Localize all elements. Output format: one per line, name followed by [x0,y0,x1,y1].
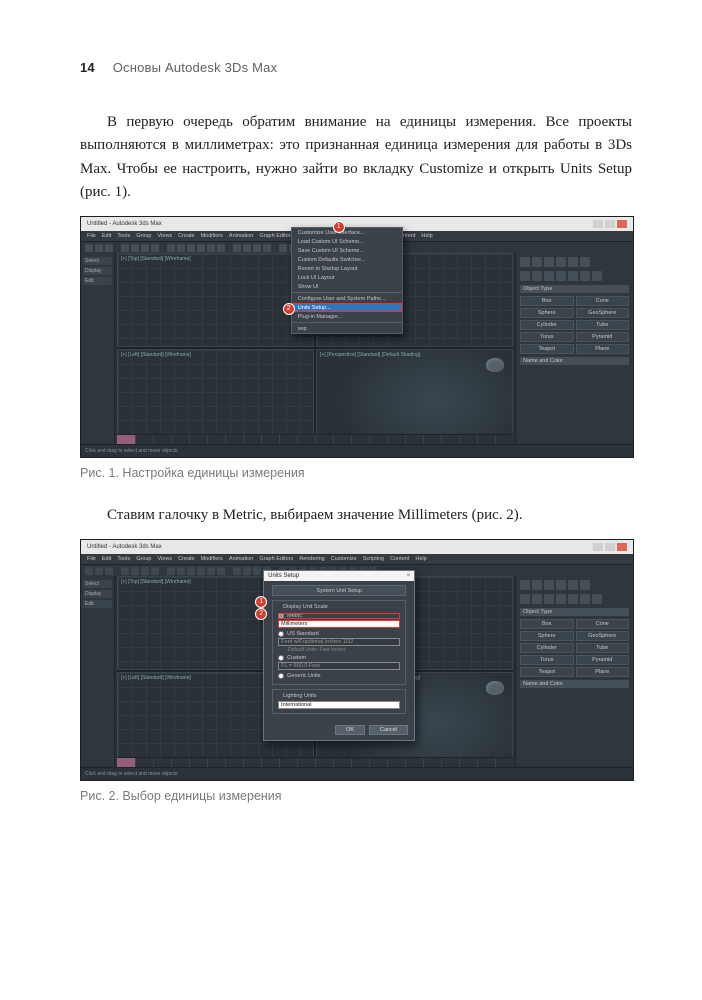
cancel-button[interactable]: Cancel [369,725,408,735]
callout-2: 2 [283,303,295,315]
units-setup-item[interactable]: Units Setup... [292,303,402,312]
status-bar: Click and drag to select and move object… [81,767,633,780]
customize-dropdown[interactable]: Customize User Interface... Load Custom … [291,227,403,334]
window-title: Untitled - Autodesk 3ds Max [87,221,162,227]
chapter-title: Основы Autodesk 3Ds Max [113,60,278,75]
scene-explorer[interactable]: SelectDisplayEdit [81,576,115,766]
viewcube-icon[interactable] [486,681,504,695]
custom-radio[interactable]: Custom [278,655,400,661]
close-icon[interactable]: × [407,573,411,579]
units-setup-dialog[interactable]: Units Setup× System Unit Setup Display U… [263,570,415,741]
body-paragraph-2: Ставим галочку в Metric, выбираем значен… [80,504,632,527]
window-buttons[interactable] [593,220,627,228]
metric-radio[interactable]: Metric [278,613,400,619]
viewcube-icon[interactable] [486,358,504,372]
page-number: 14 [80,60,95,75]
figure-1-screenshot: Untitled - Autodesk 3ds Max FileEditTool… [80,216,634,458]
us-radio[interactable]: US Standard [278,631,400,637]
command-panel[interactable]: Object Type BoxCone SphereGeoSphere Cyli… [515,576,633,766]
figure-2-caption: Рис. 2. Выбор единицы измерения [80,789,632,803]
window-titlebar: Untitled - Autodesk 3ds Max [81,540,633,554]
system-unit-button[interactable]: System Unit Setup [272,585,406,596]
figure-2-screenshot: Untitled - Autodesk 3ds Max FileEditTool… [80,539,634,781]
window-buttons[interactable] [593,543,627,551]
callout-1: 1 [333,221,345,233]
body-paragraph-1: В первую очередь обратим внимание на еди… [80,111,632,204]
ok-button[interactable]: OK [335,725,365,735]
book-page: 14 Основы Autodesk 3Ds Max В первую очер… [0,0,702,1000]
metric-dropdown[interactable]: Millimeters [278,620,400,628]
figure-1-caption: Рис. 1. Настройка единицы измерения [80,466,632,480]
scene-explorer[interactable]: SelectDisplayEdit [81,253,115,443]
running-head: 14 Основы Autodesk 3Ds Max [80,60,632,75]
generic-radio[interactable]: Generic Units [278,673,400,679]
lighting-dropdown[interactable]: International [278,701,400,709]
command-panel[interactable]: Object Type BoxCone SphereGeoSphere Cyli… [515,253,633,443]
menu-bar[interactable]: FileEditTools GroupViewsCreate Modifiers… [81,554,633,565]
status-bar: Click and drag to select and move object… [81,444,633,457]
